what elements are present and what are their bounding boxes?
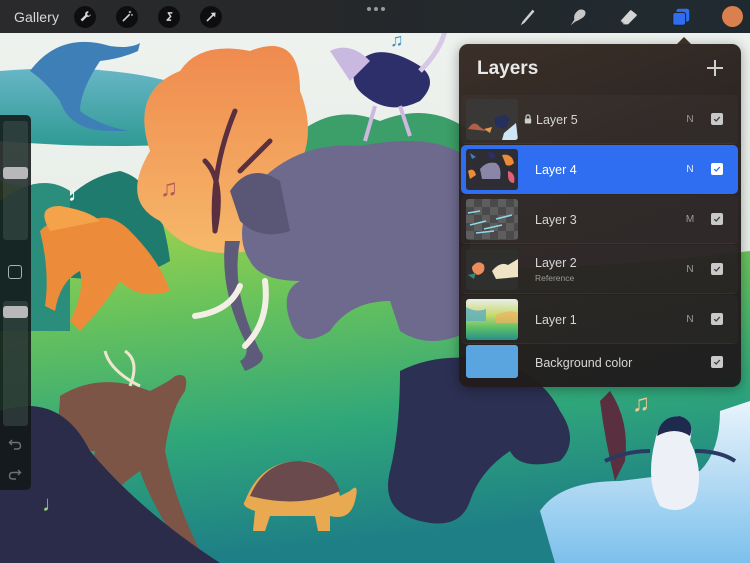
checkmark-icon <box>713 166 721 172</box>
checkmark-icon <box>713 216 721 222</box>
wrench-icon <box>80 11 91 22</box>
top-toolbar: Gallery <box>0 0 750 33</box>
smudge-button[interactable] <box>566 5 590 29</box>
current-color-swatch[interactable] <box>722 6 743 27</box>
left-tool-group <box>74 5 223 28</box>
layer-thumbnail <box>466 99 518 140</box>
music-note: ♫ <box>160 175 178 202</box>
layer-row-layer-5[interactable]: Layer 5 N <box>461 95 738 144</box>
selection-s-icon <box>165 12 172 21</box>
blend-mode-button[interactable]: N <box>685 114 695 125</box>
layer-name: Layer 4 <box>535 163 577 177</box>
layer-name: Layer 2 <box>535 256 577 270</box>
visibility-checkbox[interactable] <box>711 263 723 275</box>
opacity-thumb[interactable] <box>3 305 28 318</box>
blend-mode-button[interactable]: N <box>685 164 695 175</box>
music-note: ♫ <box>390 31 404 50</box>
opacity-slider[interactable] <box>3 301 28 426</box>
layer-name: Background color <box>535 356 633 370</box>
background-color-swatch[interactable] <box>466 345 518 378</box>
layer-row-layer-2[interactable]: Layer 2 Reference N <box>461 245 738 294</box>
music-note: ♩ <box>68 181 90 206</box>
blend-mode-button[interactable]: N <box>685 264 695 275</box>
brush-size-slider[interactable] <box>3 121 28 240</box>
visibility-checkbox[interactable] <box>711 356 723 368</box>
visibility-checkbox[interactable] <box>711 313 723 325</box>
more-dots-icon[interactable] <box>367 7 385 13</box>
transform-button[interactable] <box>200 5 223 28</box>
eraser-icon <box>620 10 637 25</box>
lock-icon <box>524 114 532 124</box>
visibility-checkbox[interactable] <box>711 113 723 125</box>
layer-name: Layer 1 <box>535 313 577 327</box>
layer-row-layer-1[interactable]: Layer 1 N <box>461 295 738 344</box>
layer-name: Layer 5 <box>536 113 578 127</box>
square-modify-icon[interactable] <box>8 265 22 279</box>
gallery-button[interactable]: Gallery <box>14 9 59 25</box>
plus-icon[interactable] <box>707 60 723 76</box>
layers-panel: Layers Layer 5 N Layer 4 N Layer 3 M Lay… <box>459 37 741 387</box>
brush-size-thumb[interactable] <box>3 167 28 179</box>
undo-icon[interactable] <box>8 437 22 451</box>
layer-row-layer-3[interactable]: Layer 3 M <box>461 195 738 244</box>
adjustments-button[interactable] <box>116 5 139 28</box>
layers-button[interactable] <box>669 5 693 29</box>
magic-wand-icon <box>122 10 133 22</box>
actions-button[interactable] <box>74 5 97 28</box>
visibility-checkbox[interactable] <box>711 163 723 175</box>
layer-row-layer-4[interactable]: Layer 4 N <box>461 145 738 194</box>
music-note: ♫ <box>632 390 650 417</box>
layer-thumbnail <box>466 249 518 290</box>
layer-name: Layer 3 <box>535 213 577 227</box>
arrow-cursor-icon <box>206 12 216 22</box>
checkmark-icon <box>713 316 721 322</box>
layer-thumbnail <box>466 149 518 190</box>
eraser-button[interactable] <box>617 5 641 29</box>
selection-button[interactable] <box>158 5 181 28</box>
checkmark-icon <box>713 116 721 122</box>
layer-thumbnail <box>466 299 518 340</box>
brush-icon <box>520 9 535 26</box>
brush-button[interactable] <box>516 5 540 29</box>
blend-mode-button[interactable]: M <box>685 214 695 225</box>
reference-label: Reference <box>535 273 575 283</box>
blend-mode-button[interactable]: N <box>685 314 695 325</box>
layers-panel-title: Layers <box>477 58 539 79</box>
checkmark-icon <box>713 266 721 272</box>
layer-row-background-color[interactable]: Background color <box>461 342 738 384</box>
music-note: ♩ <box>42 491 64 516</box>
redo-icon[interactable] <box>8 467 22 481</box>
layer-thumbnail <box>466 199 518 240</box>
left-sidebar <box>0 115 31 490</box>
layers-icon <box>672 8 690 26</box>
smudge-finger-icon <box>570 9 586 26</box>
checkmark-icon <box>713 359 721 365</box>
visibility-checkbox[interactable] <box>711 213 723 225</box>
